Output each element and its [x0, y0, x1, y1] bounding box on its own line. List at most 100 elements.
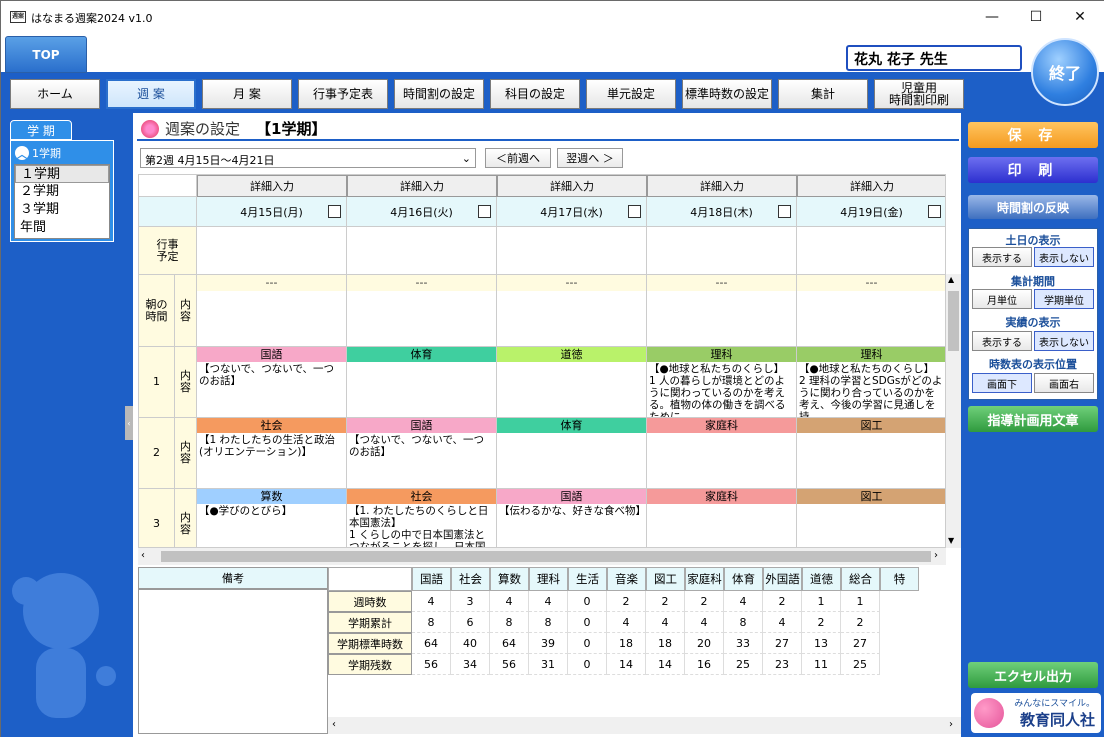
nav-monthly-plan[interactable]: 月 案 — [202, 79, 292, 109]
scroll-right-icon[interactable]: › — [949, 719, 953, 730]
maximize-button[interactable]: ☐ — [1013, 1, 1059, 33]
summary-value: 14 — [607, 654, 646, 675]
chevron-down-icon: ⌄ — [461, 152, 471, 165]
lesson-cell[interactable]: 理科 【●地球と私たちのくらし】 2 理科の学習とSDGsがどのように関わり合っ… — [797, 347, 945, 418]
morning-cell[interactable]: --- — [197, 275, 347, 347]
lesson-cell[interactable]: 国語 【つないで、つないで、一つのお話】 — [347, 418, 497, 489]
minimize-button[interactable]: — — [969, 1, 1015, 33]
lesson-cell[interactable]: 体育 — [497, 418, 647, 489]
morning-cell[interactable]: --- — [497, 275, 647, 347]
actual-hide-button[interactable]: 表示しない — [1034, 331, 1094, 351]
top-tab[interactable]: TOP — [5, 36, 87, 73]
lesson-content — [497, 433, 646, 435]
nav-student-timetable-print[interactable]: 児童用 時間割印刷 — [874, 79, 964, 109]
scroll-up-icon[interactable]: ▲ — [948, 275, 954, 284]
nav-unit-settings[interactable]: 単元設定 — [586, 79, 676, 109]
nav-subject-settings[interactable]: 科目の設定 — [490, 79, 580, 109]
morning-cell[interactable]: --- — [347, 275, 497, 347]
excel-export-button[interactable]: エクセル出力 — [968, 662, 1098, 688]
next-week-button[interactable]: 翌週へ ＞ — [557, 148, 623, 168]
week-select[interactable]: 第2週 4月15日～4月21日 ⌄ — [140, 148, 476, 168]
detail-input-button[interactable]: 詳細入力 — [497, 175, 647, 197]
scroll-left-icon[interactable]: ‹ — [332, 719, 336, 730]
save-button[interactable]: 保 存 — [968, 122, 1098, 148]
week-select-value: 第2週 4月15日～4月21日 — [145, 154, 275, 167]
lesson-cell[interactable]: 図工 — [797, 418, 945, 489]
guidance-text-button[interactable]: 指導計画用文章 — [968, 406, 1098, 432]
detail-input-button[interactable]: 詳細入力 — [347, 175, 497, 197]
summary-value: 40 — [451, 633, 490, 654]
lesson-cell[interactable]: 理科 【●地球と私たちのくらし】 1 人の暮らしが環境とどのように関わっているの… — [647, 347, 797, 418]
day-checkbox[interactable] — [478, 205, 491, 218]
lesson-content: 【1. わたしたちのくらしと日本国憲法】 1 くらしの中で日本国憲法とつながるこ… — [349, 505, 489, 548]
period-term-button[interactable]: 学期単位 — [1034, 289, 1094, 309]
lesson-cell[interactable]: 家庭科 — [647, 489, 797, 547]
grid-vertical-thumb[interactable] — [948, 291, 959, 351]
close-button[interactable]: ✕ — [1057, 1, 1103, 33]
table-position-right-button[interactable]: 画面右 — [1034, 373, 1094, 393]
term-tab[interactable]: 学 期 — [10, 120, 72, 140]
day-checkbox[interactable] — [778, 205, 791, 218]
lesson-cell[interactable]: 社会 【1 わたしたちの生活と政治(オリエンテーション)】 — [197, 418, 347, 489]
reflect-timetable-button[interactable]: 時間割の反映 — [968, 195, 1098, 219]
lesson-cell[interactable]: 国語 【伝わるかな、好きな食べ物】 — [497, 489, 647, 547]
page-title-text: 週案の設定 — [165, 120, 241, 138]
scroll-down-icon[interactable]: ▼ — [948, 536, 954, 545]
morning-cell[interactable]: --- — [647, 275, 797, 347]
morning-cell[interactable]: --- — [797, 275, 945, 347]
term-item[interactable]: ３学期 — [15, 201, 109, 219]
nav-totals[interactable]: 集計 — [778, 79, 868, 109]
subject-label: 体育 — [497, 418, 646, 433]
term-item[interactable]: 年間 — [15, 219, 109, 237]
notes-textarea[interactable] — [138, 589, 328, 734]
detail-input-button[interactable]: 詳細入力 — [197, 175, 347, 197]
summary-horizontal-scrollbar[interactable] — [328, 717, 961, 734]
term-item[interactable]: ２学期 — [15, 183, 109, 201]
print-button[interactable]: 印 刷 — [968, 157, 1098, 183]
collapse-handle[interactable]: ‹ — [125, 406, 133, 440]
nav-standard-hours[interactable]: 標準時数の設定 — [682, 79, 772, 109]
detail-input-button[interactable]: 詳細入力 — [797, 175, 945, 197]
day-header: 4月19日(金) — [797, 197, 945, 227]
lesson-cell[interactable]: 国語 【つないで、つないで、一つのお話】 — [197, 347, 347, 418]
term-item[interactable]: １学期 — [15, 165, 109, 183]
table-position-bottom-button[interactable]: 画面下 — [972, 373, 1032, 393]
day-checkbox[interactable] — [628, 205, 641, 218]
scroll-right-icon[interactable]: › — [934, 550, 938, 561]
summary-subject-header: 理科 — [529, 567, 568, 591]
lesson-cell[interactable]: 体育 — [347, 347, 497, 418]
day-checkbox[interactable] — [928, 205, 941, 218]
event-cell[interactable] — [647, 227, 797, 275]
weekend-hide-button[interactable]: 表示しない — [1034, 247, 1094, 267]
event-cell[interactable] — [797, 227, 945, 275]
table-position-label: 時数表の表示位置 — [989, 358, 1077, 371]
lesson-cell[interactable]: 道徳 — [497, 347, 647, 418]
lesson-cell[interactable]: 社会 【1. わたしたちのくらしと日本国憲法】 1 くらしの中で日本国憲法とつな… — [347, 489, 497, 548]
event-cell[interactable] — [347, 227, 497, 275]
event-cell[interactable] — [497, 227, 647, 275]
lesson-cell[interactable]: 図工 — [797, 489, 945, 547]
lesson-content — [497, 362, 646, 364]
event-cell[interactable] — [197, 227, 347, 275]
grid-horizontal-thumb[interactable] — [161, 551, 931, 562]
day-header: 4月17日(水) — [497, 197, 647, 227]
scroll-left-icon[interactable]: ‹ — [141, 550, 145, 561]
lesson-cell[interactable]: 家庭科 — [647, 418, 797, 489]
nav-home[interactable]: ホーム — [10, 79, 100, 109]
actual-show-button[interactable]: 表示する — [972, 331, 1032, 351]
summary-subject-header: 体育 — [724, 567, 763, 591]
nav-event-schedule[interactable]: 行事予定表 — [298, 79, 388, 109]
prev-week-button[interactable]: ＜前週へ — [485, 148, 551, 168]
nav-weekly-plan[interactable]: 週 案 — [106, 79, 196, 109]
lesson-cell[interactable]: 算数 【●学びのとびら】 — [197, 489, 347, 547]
chevron-up-icon[interactable]: ︿ — [15, 146, 29, 161]
weekend-show-button[interactable]: 表示する — [972, 247, 1032, 267]
detail-input-button[interactable]: 詳細入力 — [647, 175, 797, 197]
lesson-content — [647, 433, 796, 435]
period-month-button[interactable]: 月単位 — [972, 289, 1032, 309]
exit-button[interactable]: 終了 — [1031, 38, 1099, 106]
nav-timetable-settings[interactable]: 時間割の設定 — [394, 79, 484, 109]
day-checkbox[interactable] — [328, 205, 341, 218]
summary-value: 0 — [568, 612, 607, 633]
term-current[interactable]: ︿ 1学期 — [15, 145, 61, 161]
